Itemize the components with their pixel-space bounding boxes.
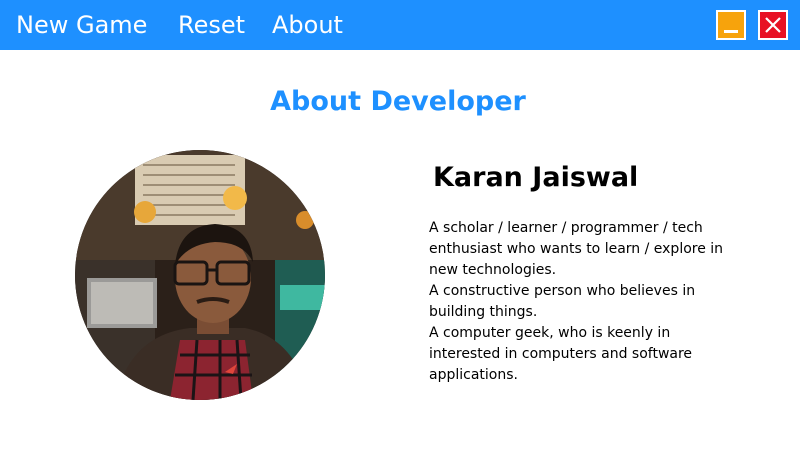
app-window: New Game Reset About About Developer Kar… xyxy=(0,0,800,450)
bio-line: A computer geek, who is keenly in intere… xyxy=(429,325,693,383)
close-button[interactable] xyxy=(758,10,788,40)
minimize-button[interactable] xyxy=(716,10,746,40)
developer-bio: A scholar / learner / programmer / tech … xyxy=(429,218,729,386)
page-title: About Developer xyxy=(270,86,526,117)
developer-name: Karan Jaiswal xyxy=(433,162,639,193)
bio-line: A scholar / learner / programmer / tech … xyxy=(429,220,724,278)
close-icon xyxy=(765,17,781,33)
menu-reset[interactable]: Reset xyxy=(178,10,245,40)
bio-line: A constructive person who believes in bu… xyxy=(429,283,696,320)
menu-new-game[interactable]: New Game xyxy=(16,10,147,40)
developer-photo xyxy=(75,150,325,400)
top-menu-bar: New Game Reset About xyxy=(0,0,800,50)
menu-about[interactable]: About xyxy=(272,10,343,40)
minimize-icon xyxy=(724,30,738,33)
